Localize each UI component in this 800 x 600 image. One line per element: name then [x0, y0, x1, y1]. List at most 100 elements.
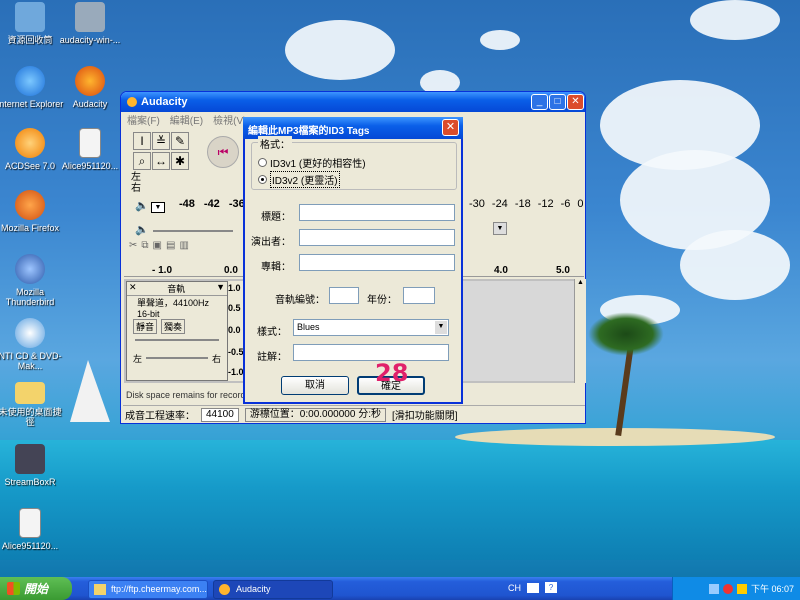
track-buttons: 靜音 獨奏 [127, 319, 227, 334]
radio-id3v2[interactable] [258, 175, 267, 184]
cut-icon[interactable]: ✂ [129, 240, 137, 251]
scale-tick: -0.5 [228, 347, 244, 357]
trim-icon[interactable]: ▤ [166, 240, 175, 251]
clock[interactable]: 下午 06:07 [751, 582, 794, 595]
meter-tick: -42 [203, 198, 220, 210]
desktop-icon-audacity-installer[interactable]: audacity-win-... [55, 2, 125, 45]
antivirus-icon[interactable] [736, 583, 747, 594]
option-id3v2[interactable]: ID3v2 (更靈活) [258, 171, 340, 188]
start-button[interactable]: 開始 [0, 577, 72, 600]
mute-button[interactable]: 靜音 [133, 319, 158, 334]
meter-scale-left: -48 -42 -36 [179, 198, 245, 210]
taskbar-item-audacity[interactable]: Audacity [213, 580, 333, 599]
meter-left-label: 左 [131, 172, 141, 183]
comment-input[interactable] [293, 344, 449, 361]
gain-slider[interactable] [135, 339, 219, 341]
cloud [285, 20, 395, 80]
meter-scale-right: -30 -24 -18 -12 -6 0 [469, 198, 584, 210]
album-input[interactable] [299, 254, 455, 271]
desktop-icon-audacity[interactable]: Audacity [55, 66, 125, 109]
pan-slider[interactable] [146, 357, 208, 359]
pan-right-label: 右 [211, 354, 221, 364]
speaker-icon: 🔈 [135, 200, 149, 212]
keyboard-icon[interactable] [527, 582, 539, 593]
internet-explorer-icon [15, 66, 45, 96]
audacity-icon [75, 66, 105, 96]
desktop-icon-unused-shortcuts[interactable]: 未使用的桌面捷徑 [0, 382, 65, 427]
silence-icon[interactable]: ▥ [179, 240, 188, 251]
year-label: 年份： [367, 295, 397, 306]
meter-tick: -18 [514, 198, 531, 210]
language-bar[interactable]: CH ? [508, 582, 557, 593]
desktop-icon-streambox[interactable]: StreamBoxR [0, 444, 65, 487]
nti-icon [15, 318, 45, 348]
multi-tool-icon[interactable]: ✱ [171, 152, 189, 170]
desktop-icon-alice-doc-2[interactable]: Alice951120... [0, 508, 65, 551]
volume-slider[interactable] [153, 230, 233, 232]
acdsee-icon [15, 128, 45, 158]
comment-label: 註解： [257, 352, 287, 363]
menu-edit[interactable]: 編輯(E) [170, 112, 203, 127]
desktop-icon-firefox[interactable]: Mozilla Firefox [0, 190, 65, 233]
meter-tick: -48 [179, 198, 195, 210]
skip-start-button[interactable]: ⏮ [207, 136, 239, 168]
track-number-label: 音軌編號： [275, 295, 325, 306]
maximize-button[interactable]: □ [549, 94, 566, 110]
dialog-close-button[interactable]: ✕ [442, 119, 459, 136]
help-icon[interactable]: ? [545, 582, 557, 593]
zoom-tool-icon[interactable]: ⌕ [133, 152, 151, 170]
rate-field[interactable]: 44100 [201, 407, 239, 422]
meter-menu-button[interactable]: ▼ [151, 202, 165, 213]
format-group: 格式： ID3v1 (更好的相容性) ID3v2 (更靈活) [251, 136, 457, 190]
artist-input[interactable] [299, 229, 455, 246]
selection-tool-icon[interactable]: I [133, 132, 151, 150]
vertical-scrollbar[interactable]: ▲ [574, 279, 586, 383]
scroll-up-icon[interactable]: ▲ [575, 279, 586, 286]
track-menu-arrow[interactable]: ▼ [216, 282, 225, 295]
menu-view[interactable]: 檢視(V) [213, 112, 246, 127]
solo-button[interactable]: 獨奏 [161, 319, 186, 334]
year-input[interactable] [403, 287, 435, 304]
meter-tick: -30 [469, 198, 485, 210]
security-icon[interactable] [722, 583, 733, 594]
desktop-icon-alice-doc[interactable]: Alice951120... [55, 128, 125, 171]
option-id3v2-label: ID3v2 (更靈活) [270, 171, 340, 188]
track-name[interactable]: 音軌 [167, 282, 185, 295]
paste-icon[interactable]: ▣ [153, 240, 162, 251]
dropdown-arrow-icon[interactable]: ▼ [435, 321, 447, 334]
timeshift-tool-icon[interactable]: ↔ [152, 152, 170, 170]
option-id3v1-label: ID3v1 (更好的相容性) [270, 159, 366, 170]
cursor-position: 游標位置：0:00.000000 分:秒 [244, 407, 386, 422]
meter-tick: -6 [560, 198, 571, 210]
envelope-tool-icon[interactable]: ≚ [152, 132, 170, 150]
installer-icon [75, 2, 105, 32]
minimize-button[interactable]: _ [531, 94, 548, 110]
copy-icon[interactable]: ⧉ [141, 240, 148, 251]
draw-tool-icon[interactable]: ✎ [171, 132, 189, 150]
status-bar: 成音工程速率： 44100 游標位置：0:00.000000 分:秒 [滑扣功能… [123, 405, 585, 423]
scale-tick: 0.0 [228, 325, 241, 335]
cancel-button[interactable]: 取消 [281, 376, 349, 395]
track-control-panel: ✕ 音軌 ▼ 單聲道，44100Hz 16-bit 靜音 獨奏 左 右 [126, 281, 228, 381]
language-indicator: CH [508, 582, 521, 593]
desktop-icon-nti[interactable]: NTI CD & DVD-Mak... [0, 318, 65, 371]
title-input[interactable] [299, 204, 455, 221]
streambox-icon [15, 444, 45, 474]
genre-select[interactable]: Blues ▼ [293, 319, 449, 336]
close-button[interactable]: ✕ [567, 94, 584, 110]
radio-id3v1[interactable] [258, 158, 267, 167]
taskbar-item-ftp[interactable]: ftp://ftp.cheermay.com... [88, 580, 208, 599]
palm-leaves [588, 312, 664, 356]
menu-file[interactable]: 檔案(F) [127, 112, 160, 127]
desktop-icon-thunderbird[interactable]: Mozilla Thunderbird [0, 254, 65, 307]
track-close-button[interactable]: ✕ [129, 282, 137, 295]
network-icon[interactable] [708, 583, 719, 594]
rate-label: 成音工程速率： [125, 411, 195, 422]
ruler-tick: 0.0 [224, 265, 238, 276]
meter-tick: -12 [537, 198, 554, 210]
audacity-titlebar[interactable]: Audacity [121, 92, 585, 112]
edit-toolbar: ✂ ⧉ ▣ ▤ ▥ [129, 240, 189, 251]
option-id3v1[interactable]: ID3v1 (更好的相容性) [258, 155, 366, 170]
meter-right-label: 右 [131, 183, 141, 194]
device-select-arrow[interactable]: ▼ [493, 222, 507, 235]
